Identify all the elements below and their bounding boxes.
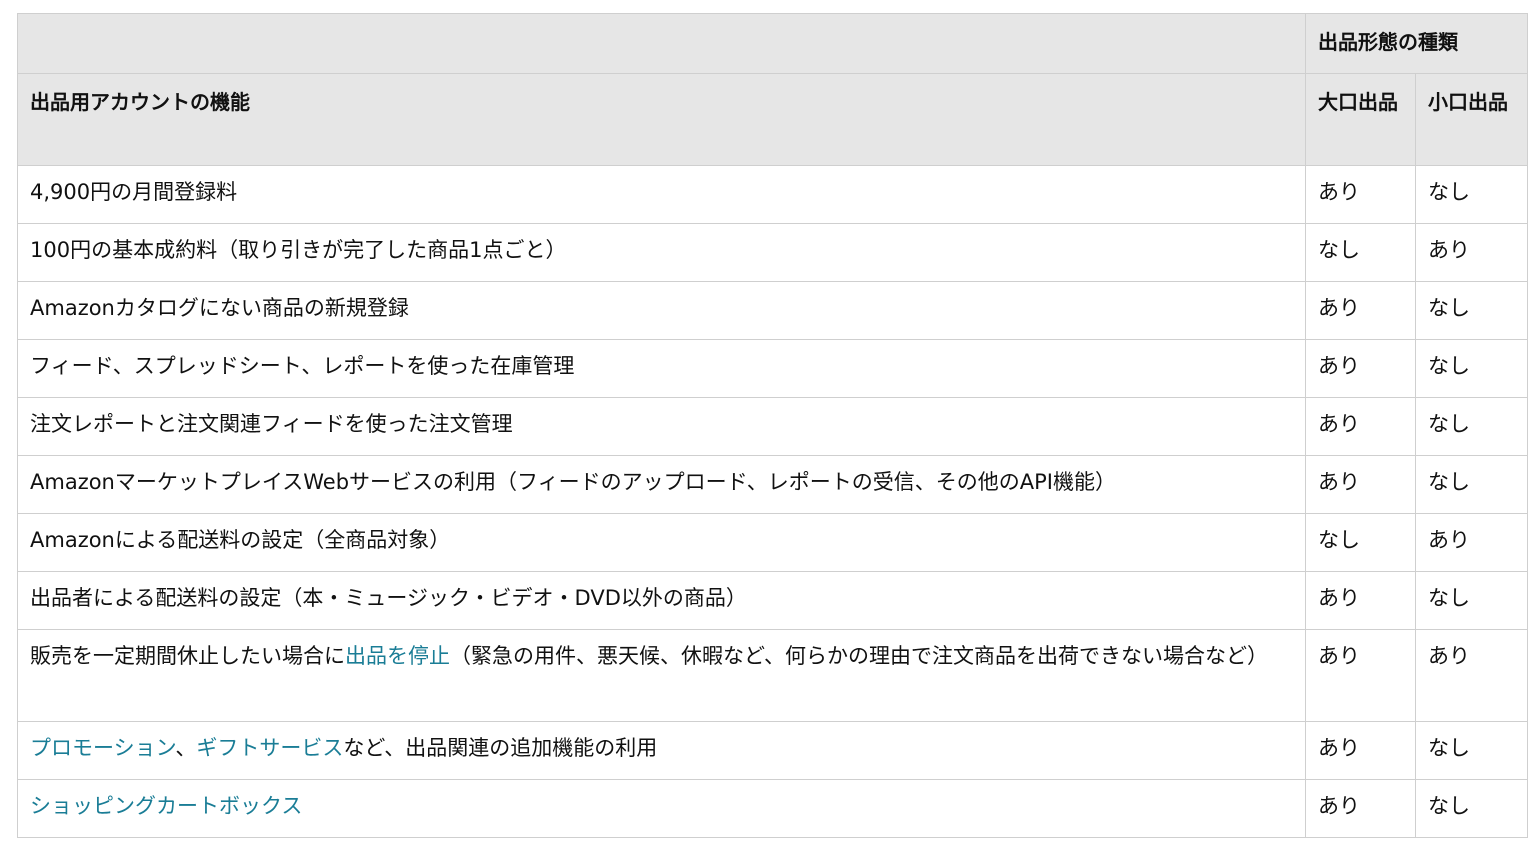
header-row-group: 出品形態の種類 [17,13,1528,74]
small-seller-value: なし [1415,779,1528,838]
small-seller-value: なし [1415,721,1528,780]
table-row: 出品者による配送料の設定（本・ミュージック・ビデオ・DVD以外の商品） あり なし [17,571,1528,630]
small-seller-value: なし [1415,397,1528,456]
feature-text: （緊急の用件、悪天候、休暇など、何らかの理由で注文商品を出荷できない場合など） [450,644,1268,668]
large-seller-value: あり [1305,629,1416,722]
small-seller-value: なし [1415,165,1528,224]
feature-text: AmazonマーケットプレイスWebサービスの利用（フィードのアップロード、レポ… [30,470,1116,494]
table-body: 4,900円の月間登録料 あり なし 100円の基本成約料（取り引きが完了した商品1点… [17,165,1528,838]
feature-text: 、 [175,736,197,760]
table-row: AmazonマーケットプレイスWebサービスの利用（フィードのアップロード、レポ… [17,455,1528,514]
feature-text: Amazonによる配送料の設定（全商品対象） [30,528,451,552]
large-seller-value: あり [1305,571,1416,630]
table-row: 注文レポートと注文関連フィードを使った注文管理 あり なし [17,397,1528,456]
table-row: 100円の基本成約料（取り引きが完了した商品1点ごと） なし あり [17,223,1528,282]
large-seller-value: あり [1305,165,1416,224]
large-seller-value: あり [1305,339,1416,398]
feature-text: Amazonカタログにない商品の新規登録 [30,296,409,320]
large-seller-value: あり [1305,721,1416,780]
large-seller-value: あり [1305,397,1416,456]
feature-cell: Amazonによる配送料の設定（全商品対象） [17,513,1306,572]
table-row: プロモーション、ギフトサービスなど、出品関連の追加機能の利用 あり なし [17,721,1528,780]
small-seller-value: あり [1415,629,1528,722]
feature-cell: 100円の基本成約料（取り引きが完了した商品1点ごと） [17,223,1306,282]
small-seller-value: あり [1415,513,1528,572]
small-seller-value: あり [1415,223,1528,282]
table-row: Amazonによる配送料の設定（全商品対象） なし あり [17,513,1528,572]
large-seller-value: あり [1305,779,1416,838]
small-seller-value: なし [1415,281,1528,340]
header-small-seller-column: 小口出品 [1415,73,1528,166]
header-row-columns: 出品用アカウントの機能 大口出品 小口出品 [17,73,1528,166]
seller-plan-comparison-table: 出品形態の種類 出品用アカウントの機能 大口出品 小口出品 4,900円の月間登… [17,13,1528,838]
large-seller-value: なし [1305,223,1416,282]
feature-cell: 出品者による配送料の設定（本・ミュージック・ビデオ・DVD以外の商品） [17,571,1306,630]
feature-link[interactable]: ショッピングカートボックス [30,794,302,818]
comparison-table-container: 出品形態の種類 出品用アカウントの機能 大口出品 小口出品 4,900円の月間登… [17,13,1528,838]
feature-cell: プロモーション、ギフトサービスなど、出品関連の追加機能の利用 [17,721,1306,780]
feature-link[interactable]: 出品を停止 [345,644,450,668]
feature-text: など、出品関連の追加機能の利用 [343,736,658,760]
feature-cell: フィード、スプレッドシート、レポートを使った在庫管理 [17,339,1306,398]
feature-text: 出品者による配送料の設定（本・ミュージック・ビデオ・DVD以外の商品） [30,586,747,610]
table-row: Amazonカタログにない商品の新規登録 あり なし [17,281,1528,340]
small-seller-value: なし [1415,571,1528,630]
header-empty-cell [17,13,1306,74]
feature-cell: ショッピングカートボックス [17,779,1306,838]
feature-cell: AmazonマーケットプレイスWebサービスの利用（フィードのアップロード、レポ… [17,455,1306,514]
table-row: ショッピングカートボックス あり なし [17,779,1528,838]
small-seller-value: なし [1415,339,1528,398]
large-seller-value: あり [1305,455,1416,514]
feature-text: 100円の基本成約料（取り引きが完了した商品1点ごと） [30,238,567,262]
table-row: 4,900円の月間登録料 あり なし [17,165,1528,224]
header-feature-column: 出品用アカウントの機能 [17,73,1306,166]
feature-cell: Amazonカタログにない商品の新規登録 [17,281,1306,340]
large-seller-value: あり [1305,281,1416,340]
feature-link[interactable]: ギフトサービス [196,736,343,760]
header-large-seller-column: 大口出品 [1305,73,1416,166]
header-listing-type-group: 出品形態の種類 [1305,13,1528,74]
small-seller-value: なし [1415,455,1528,514]
feature-cell: 販売を一定期間休止したい場合に出品を停止（緊急の用件、悪天候、休暇など、何らかの… [17,629,1306,722]
feature-cell: 4,900円の月間登録料 [17,165,1306,224]
table-row: フィード、スプレッドシート、レポートを使った在庫管理 あり なし [17,339,1528,398]
feature-cell: 注文レポートと注文関連フィードを使った注文管理 [17,397,1306,456]
large-seller-value: なし [1305,513,1416,572]
feature-text: 注文レポートと注文関連フィードを使った注文管理 [30,412,513,436]
feature-link[interactable]: プロモーション [30,736,175,760]
table-row: 販売を一定期間休止したい場合に出品を停止（緊急の用件、悪天候、休暇など、何らかの… [17,629,1528,722]
feature-text: 販売を一定期間休止したい場合に [30,644,345,668]
feature-text: フィード、スプレッドシート、レポートを使った在庫管理 [30,354,575,378]
feature-text: 4,900円の月間登録料 [30,180,238,204]
